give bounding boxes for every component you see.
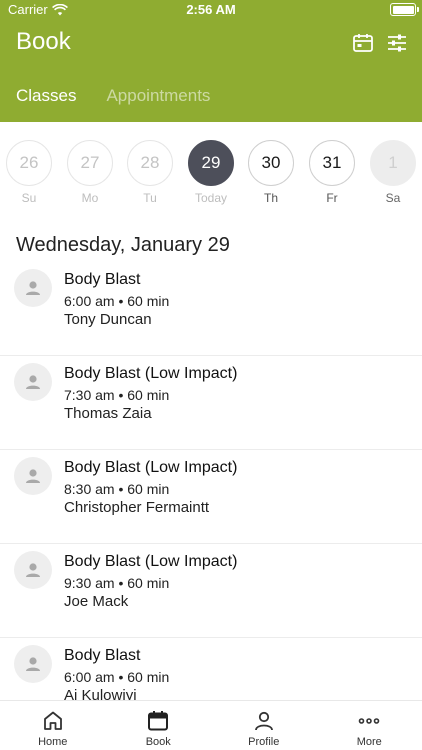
day-number: 31: [309, 140, 355, 186]
day-thursday[interactable]: 30 Th: [247, 140, 295, 205]
avatar: [14, 645, 52, 683]
day-number: 1: [370, 140, 416, 186]
day-label: Today: [194, 191, 228, 205]
status-time: 2:56 AM: [186, 2, 236, 17]
person-placeholder-icon: [26, 469, 40, 483]
class-list-item[interactable]: Body Blast (Low Impact) 9:30 am • 60 min…: [0, 544, 422, 638]
class-list-item[interactable]: Body Blast (Low Impact) 8:30 am • 60 min…: [0, 450, 422, 544]
person-placeholder-icon: [26, 563, 40, 577]
app-header: Carrier 2:56 AM Book Classes Appointment…: [0, 0, 422, 122]
class-instructor: Christopher Fermaintt: [64, 499, 210, 516]
class-time-duration: 8:30 am • 60 min: [64, 481, 170, 497]
day-number: 28: [127, 140, 173, 186]
date-heading: Wednesday, January 29: [16, 234, 230, 256]
tab-classes[interactable]: Classes: [16, 86, 76, 106]
nav-book[interactable]: Book: [106, 701, 212, 750]
class-time-duration: 6:00 am • 60 min: [64, 293, 170, 309]
nav-more[interactable]: More: [317, 701, 422, 750]
day-friday[interactable]: 31 Fr: [308, 140, 356, 205]
person-placeholder-icon: [26, 657, 40, 671]
nav-home[interactable]: Home: [0, 701, 106, 750]
day-label: Sa: [385, 191, 401, 205]
battery-icon: [390, 3, 419, 16]
filter-sliders-icon[interactable]: [386, 32, 408, 54]
bottom-tab-bar: Home Book Profile More: [0, 700, 422, 750]
nav-label: More: [356, 736, 382, 748]
class-list: Body Blast 6:00 am • 60 min Tony Duncan …: [0, 262, 422, 732]
header-actions: [352, 32, 408, 54]
home-icon: [40, 708, 66, 734]
day-label: Mo: [81, 191, 99, 205]
segment-tabs: Classes Appointments: [16, 86, 210, 106]
class-instructor: Thomas Zaia: [64, 405, 152, 422]
page-title: Book: [16, 28, 71, 55]
class-time-duration: 9:30 am • 60 min: [64, 575, 170, 591]
class-time-duration: 7:30 am • 60 min: [64, 387, 170, 403]
tab-appointments[interactable]: Appointments: [106, 86, 210, 106]
avatar: [14, 363, 52, 401]
nav-label: Profile: [248, 736, 280, 748]
class-time-duration: 6:00 am • 60 min: [64, 669, 170, 685]
avatar: [14, 457, 52, 495]
day-sunday[interactable]: 26 Su: [5, 140, 53, 205]
class-instructor: Tony Duncan: [64, 311, 152, 328]
day-number: 27: [67, 140, 113, 186]
person-placeholder-icon: [26, 375, 40, 389]
day-saturday[interactable]: 1 Sa: [369, 140, 417, 205]
avatar: [14, 551, 52, 589]
day-label: Tu: [143, 191, 157, 205]
day-label: Fr: [326, 191, 338, 205]
nav-label: Home: [38, 736, 68, 748]
person-icon: [251, 708, 277, 734]
day-number: 29: [188, 140, 234, 186]
class-instructor: Joe Mack: [64, 593, 129, 610]
nav-label: Book: [145, 736, 171, 748]
day-label: Su: [21, 191, 37, 205]
more-icon: [356, 708, 382, 734]
person-placeholder-icon: [26, 281, 40, 295]
day-number: 26: [6, 140, 52, 186]
class-list-item[interactable]: Body Blast 6:00 am • 60 min Tony Duncan: [0, 262, 422, 356]
week-day-picker: 26 Su 27 Mo 28 Tu 29 Today 30 Th 31 Fr 1…: [0, 140, 422, 210]
status-bar: Carrier 2:56 AM: [0, 0, 422, 20]
class-name: Body Blast (Low Impact): [64, 365, 238, 382]
day-monday[interactable]: 27 Mo: [66, 140, 114, 205]
class-name: Body Blast: [64, 647, 141, 664]
calendar-icon: [145, 708, 171, 734]
day-tuesday[interactable]: 28 Tu: [126, 140, 174, 205]
calendar-icon[interactable]: [352, 32, 374, 54]
day-today[interactable]: 29 Today: [187, 140, 235, 205]
avatar: [14, 269, 52, 307]
nav-profile[interactable]: Profile: [211, 701, 317, 750]
class-name: Body Blast: [64, 271, 141, 288]
day-number: 30: [248, 140, 294, 186]
day-label: Th: [263, 191, 278, 205]
class-name: Body Blast (Low Impact): [64, 553, 238, 570]
class-name: Body Blast (Low Impact): [64, 459, 238, 476]
class-list-item[interactable]: Body Blast (Low Impact) 7:30 am • 60 min…: [0, 356, 422, 450]
